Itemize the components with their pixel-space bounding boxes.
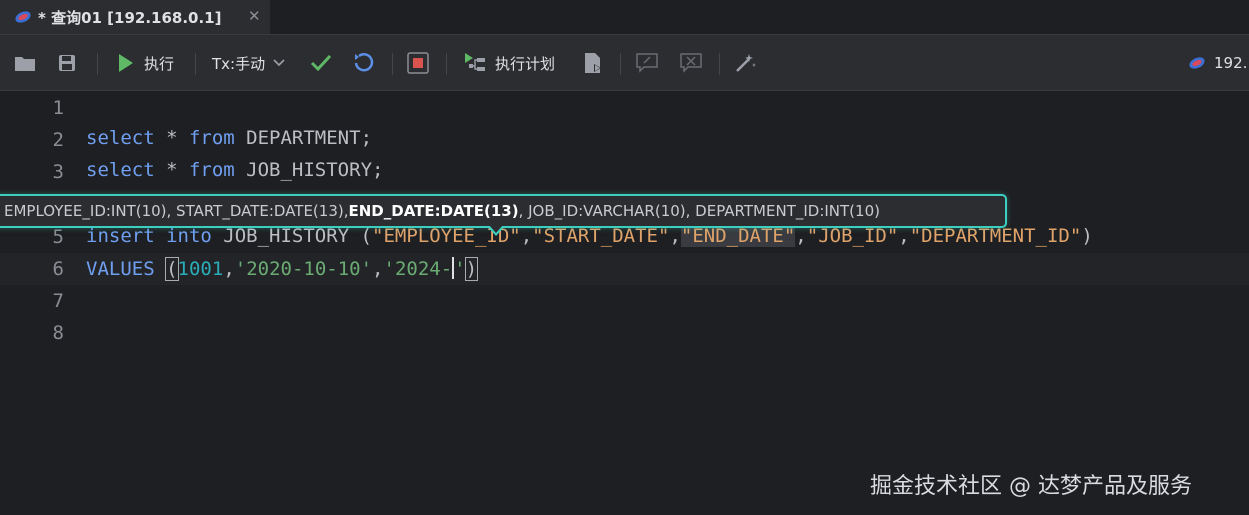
table-name: DEPARTMENT; [234,127,373,149]
line-number: 2 [52,129,64,151]
script-icon [585,53,601,73]
comment-button[interactable] [636,45,658,81]
query-tab[interactable]: * 查询01 [192.168.0.1] ✕ [0,0,270,34]
comma: , [372,258,384,280]
parameter-hint-tooltip: EMPLOYEE_ID:INT(10), START_DATE:DATE(13)… [0,194,1007,228]
paren: ) [464,257,479,281]
connection-indicator[interactable]: 192. [1188,45,1247,81]
string-literal: ' [454,258,466,280]
magic-wand-icon [736,54,756,72]
string-literal: '2024- [383,258,453,280]
toolbar-separator [446,53,447,75]
toolbar-separator [195,53,196,75]
code-line: select * from DEPARTMENT; [86,127,372,149]
stop-button[interactable] [407,45,429,81]
keyword: insert into [86,225,212,247]
tooltip-params: , JOB_ID:VARCHAR(10), DEPARTMENT_ID:INT(… [518,202,880,220]
run-button[interactable]: 执行 [118,45,174,81]
line-number: 6 [52,258,64,280]
sql-editor[interactable]: 1 2 3 5 6 7 8 select * from DEPARTMENT; … [0,91,1249,515]
column-name: "JOB_ID" [806,225,899,247]
run-label: 执行 [144,54,175,73]
code-line: insert into JOB_HISTORY ("EMPLOYEE_ID","… [86,225,1093,247]
script-button[interactable] [582,45,604,81]
check-icon [310,54,332,72]
keyword: from [188,159,235,181]
line-number: 5 [52,226,64,248]
paren: ( [165,257,179,281]
comma: , [795,225,807,247]
column-name: "DEPARTMENT_ID" [909,225,1082,247]
explain-plan-label: 执行计划 [495,54,556,73]
keyword: VALUES [86,258,155,280]
open-folder-button[interactable] [14,45,36,81]
execution-plan-icon [465,53,485,71]
play-icon [119,54,133,72]
line-number: 3 [52,161,64,183]
tooltip-params: EMPLOYEE_ID:INT(10), START_DATE:DATE(13)… [4,202,349,220]
column-name: "START_DATE" [532,225,670,247]
connection-label: 192. [1214,54,1248,72]
stop-icon [407,52,429,74]
line-number: 7 [52,290,64,312]
uncomment-button[interactable] [680,45,702,81]
line-number: 1 [52,97,64,119]
tab-bar: * 查询01 [192.168.0.1] ✕ [0,0,1249,34]
database-icon [1189,57,1205,69]
string-literal: '2020-10-10' [234,258,373,280]
database-icon [15,11,31,23]
format-button[interactable] [734,45,756,81]
line-number: 8 [52,322,64,344]
transaction-mode-label: Tx:手动 [212,54,266,73]
toolbar-separator [97,53,98,75]
table-name: JOB_HISTORY ( [211,225,372,247]
rollback-button[interactable] [353,45,375,81]
code-line: select * from JOB_HISTORY; [86,159,383,181]
folder-icon [15,57,35,71]
save-icon [59,55,75,71]
paren: ) [1081,225,1093,247]
comment-icon [636,53,658,73]
comma: , [669,225,681,247]
close-icon[interactable]: ✕ [248,7,261,25]
commit-button[interactable] [310,45,332,81]
explain-plan-button[interactable]: 执行计划 [463,45,555,81]
comma: , [520,225,533,247]
column-name: "END_DATE" [680,225,796,247]
toolbar-separator [719,53,720,75]
toolbar-separator [392,53,393,75]
operator: * [154,159,189,181]
code-line: VALUES (1001,'2020-10-10','2024- ') [86,257,479,281]
keyword: from [188,127,235,149]
tooltip-active-param: END_DATE:DATE(13) [348,202,519,220]
number: 1001 [177,258,224,280]
toolbar-separator [620,53,621,75]
toolbar: 执行 Tx:手动 执行计划 192. [0,34,1249,91]
save-button[interactable] [58,45,76,81]
operator: * [154,127,189,149]
undo-icon [354,53,374,72]
chevron-down-icon [273,59,285,67]
uncomment-icon [680,53,702,73]
comma: , [898,225,910,247]
watermark: 掘金技术社区 @ 达梦产品及服务 [870,474,1192,499]
table-name: JOB_HISTORY; [234,159,384,181]
tab-title: * 查询01 [192.168.0.1] [38,8,222,27]
keyword: select [86,127,155,149]
tooltip-pointer-inner [489,225,503,233]
keyword: select [86,159,155,181]
transaction-mode-dropdown[interactable]: Tx:手动 [212,45,285,81]
comma: , [223,258,235,280]
